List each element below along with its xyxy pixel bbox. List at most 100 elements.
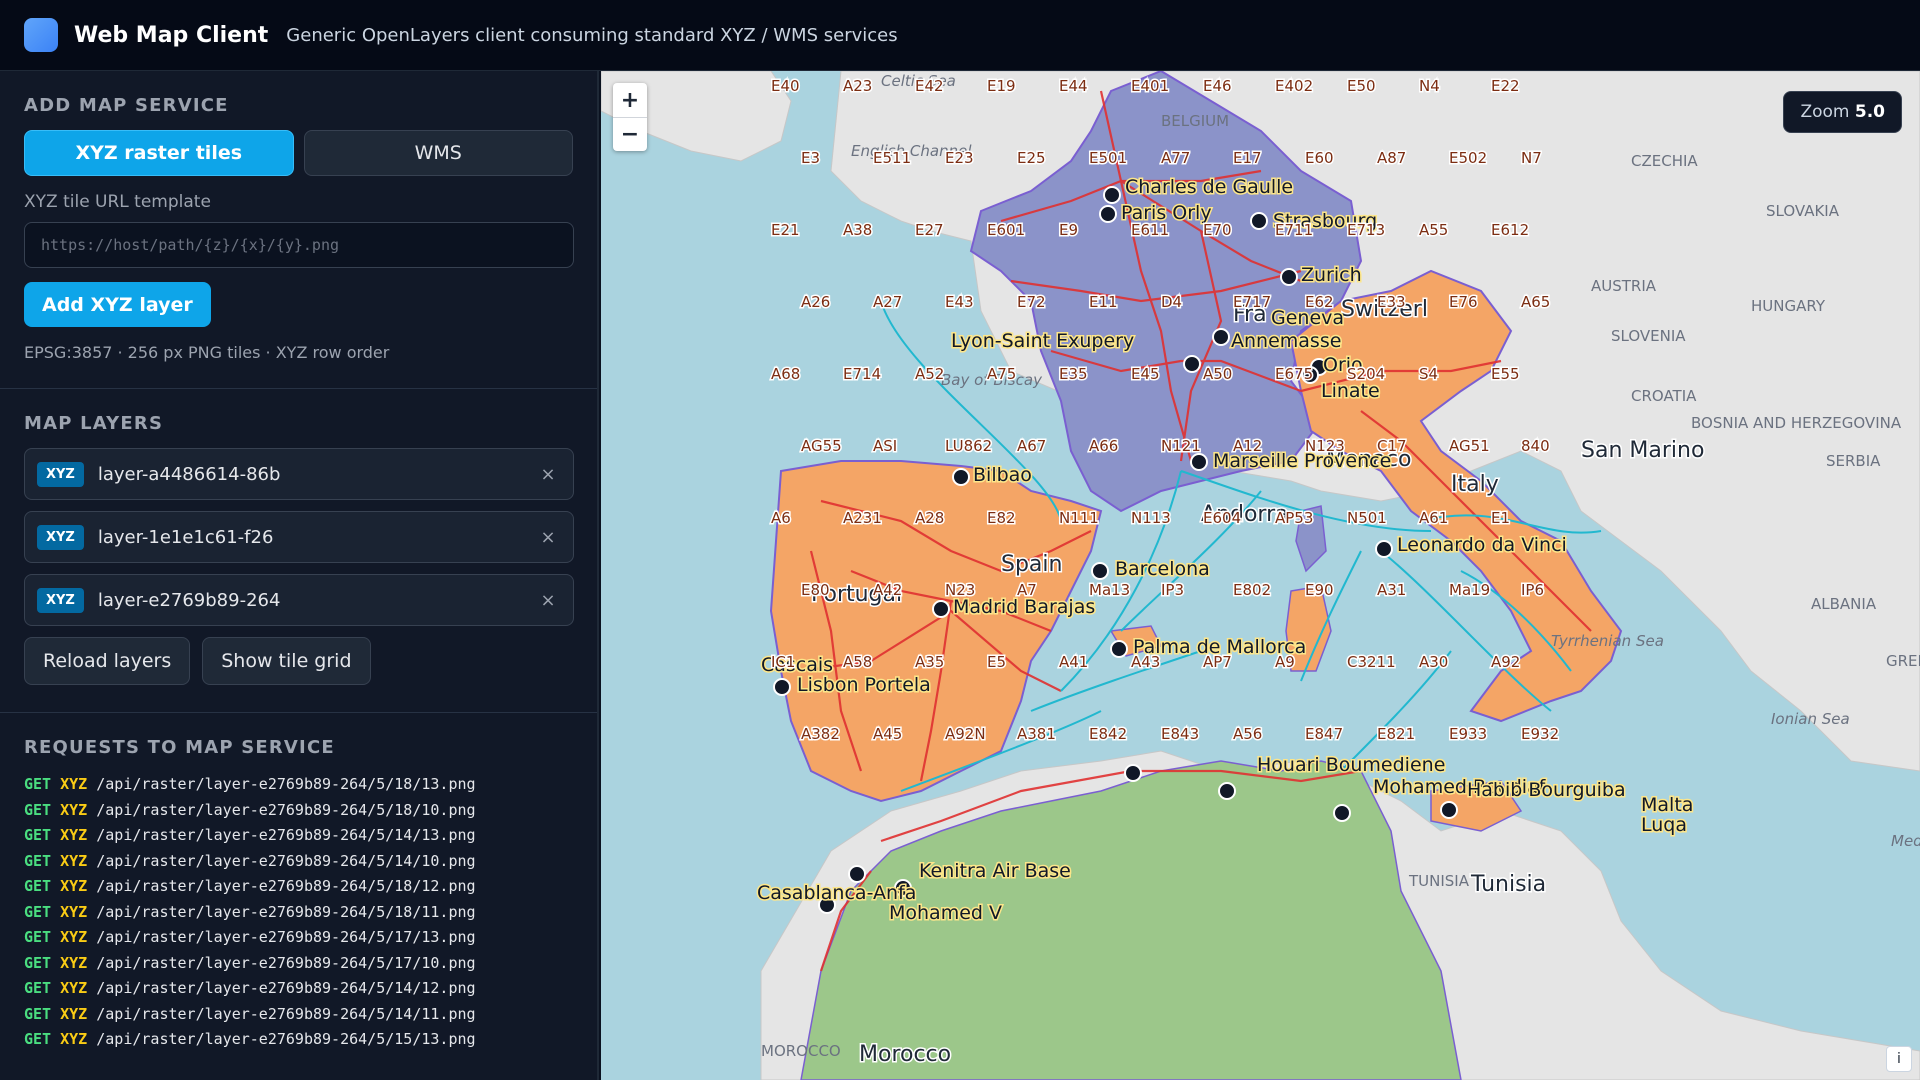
airport-label: Annemasse: [1231, 330, 1341, 352]
request-path: /api/raster/layer-e2769b89-264/5/17/10.p…: [87, 953, 476, 972]
layer-type-badge: XYZ: [37, 461, 84, 487]
road-label: Ma19: [1449, 581, 1490, 599]
road-label: E17: [1233, 149, 1262, 167]
layer-row[interactable]: XYZ layer-e2769b89-264 ×: [24, 574, 574, 626]
request-method: GET: [24, 928, 52, 946]
map-canvas[interactable]: Celtic SeaEnglish ChannelCZECHIASLOVAKIA…: [601, 71, 1920, 1080]
road-label: A65: [1521, 293, 1550, 311]
road-label: E11: [1089, 293, 1118, 311]
layer-row[interactable]: XYZ layer-a4486614-86b ×: [24, 448, 574, 500]
tab-xyz[interactable]: XYZ raster tiles: [24, 130, 294, 176]
road-label: A45: [873, 725, 902, 743]
show-tile-grid-button[interactable]: Show tile grid: [202, 637, 371, 685]
app-subtitle: Generic OpenLayers client consuming stan…: [286, 24, 898, 46]
tile-format-hint: EPSG:3857 · 256 px PNG tiles · XYZ row o…: [24, 343, 390, 362]
request-type: XYZ: [51, 979, 88, 997]
country-label: SLOVENIA: [1611, 327, 1686, 345]
place-label: Italy: [1451, 472, 1499, 497]
remove-layer-icon[interactable]: ×: [535, 464, 561, 485]
road-label: A31: [1377, 581, 1406, 599]
road-label: E847: [1305, 725, 1343, 743]
road-label: A26: [801, 293, 830, 311]
layer-name: layer-a4486614-86b: [97, 463, 281, 485]
country-label: CROATIA: [1631, 387, 1697, 405]
road-label: LU862: [945, 437, 992, 455]
request-method: GET: [24, 851, 52, 870]
road-label: A75: [987, 365, 1016, 383]
reload-layers-button[interactable]: Reload layers: [24, 637, 191, 685]
road-label: E842: [1089, 725, 1127, 743]
request-method: GET: [24, 1004, 52, 1023]
request-log-line: GET XYZ /api/raster/layer-e2769b89-264/5…: [24, 849, 573, 875]
country-label: SLOVAKIA: [1766, 202, 1840, 220]
road-label: E711: [1275, 221, 1313, 239]
road-label: AP53: [1275, 509, 1313, 527]
request-method: GET: [24, 953, 52, 972]
request-path: /api/raster/layer-e2769b89-264/5/18/10.p…: [87, 800, 476, 819]
road-label: E601: [987, 221, 1025, 239]
zoom-in-button[interactable]: +: [613, 83, 647, 117]
map-view[interactable]: Celtic Sea English Channel CZECHIA SLOVAKIA…: [601, 71, 1920, 1080]
road-label: A66: [1089, 437, 1118, 455]
road-label: E33: [1377, 293, 1406, 311]
road-label: A7: [1017, 581, 1037, 599]
zoom-label: Zoom: [1800, 102, 1850, 122]
airport-label: Leonardo da Vinci: [1397, 534, 1567, 556]
road-label: S204: [1347, 365, 1385, 383]
road-label: A56: [1233, 725, 1262, 743]
request-path: /api/raster/layer-e2769b89-264/5/14/10.p…: [87, 851, 476, 870]
app-title: Web Map Client: [74, 22, 269, 48]
road-label: A68: [771, 365, 800, 383]
request-path: /api/raster/layer-e2769b89-264/5/14/13.p…: [87, 826, 476, 844]
app-header: Web Map Client Generic OpenLayers client…: [0, 0, 1920, 71]
zoom-indicator: Zoom 5.0: [1783, 91, 1902, 133]
road-label: N111: [1059, 509, 1099, 527]
road-label: A58: [843, 653, 872, 671]
tab-wms[interactable]: WMS: [303, 130, 573, 176]
country-label: MOROCCO: [761, 1042, 841, 1060]
layer-name: layer-1e1e1c61-f26: [97, 526, 274, 548]
road-label: E19: [987, 77, 1016, 95]
zoom-out-button[interactable]: −: [613, 117, 647, 151]
url-template-input[interactable]: [24, 222, 574, 268]
road-label: A55: [1419, 221, 1448, 239]
road-label: N4: [1419, 77, 1440, 95]
request-log-line: GET XYZ /api/raster/layer-e2769b89-264/5…: [24, 900, 573, 926]
road-label: A52: [915, 365, 944, 383]
road-label: C17: [1377, 437, 1407, 455]
remove-layer-icon[interactable]: ×: [535, 590, 561, 611]
add-xyz-layer-button[interactable]: Add XYZ layer: [24, 282, 211, 327]
airport-label: Kenitra Air Base: [919, 860, 1071, 882]
country-label: HUNGARY: [1751, 297, 1826, 315]
road-label: E1: [1491, 509, 1510, 527]
road-label: A43: [1131, 653, 1160, 671]
layer-row[interactable]: XYZ layer-1e1e1c61-f26 ×: [24, 511, 574, 563]
road-label: A38: [843, 221, 872, 239]
airport-label: Habib Bourguiba: [1467, 779, 1626, 801]
url-template-label: XYZ tile URL template: [24, 192, 211, 212]
road-label: N113: [1131, 509, 1171, 527]
road-label: E3: [801, 149, 820, 167]
airport-label: Lisbon Portela: [797, 674, 931, 696]
request-method: GET: [24, 902, 52, 921]
road-label: E45: [1131, 365, 1160, 383]
request-type: XYZ: [51, 877, 88, 895]
road-label: E90: [1305, 581, 1334, 599]
road-label: E25: [1017, 149, 1046, 167]
remove-layer-icon[interactable]: ×: [535, 527, 561, 548]
airport-label: Malta: [1641, 794, 1693, 816]
request-method: GET: [24, 800, 52, 819]
road-label: A12: [1233, 437, 1262, 455]
road-label: E502: [1449, 149, 1487, 167]
road-label: E611: [1131, 221, 1169, 239]
airport-label: Bilbao: [973, 464, 1032, 486]
attribution-info-button[interactable]: i: [1886, 1046, 1912, 1072]
request-log-line: GET XYZ /api/raster/layer-e2769b89-264/5…: [24, 976, 573, 1002]
add-service-title: ADD MAP SERVICE: [24, 95, 229, 116]
sidebar: ADD MAP SERVICE XYZ raster tiles WMS XYZ…: [0, 71, 599, 1080]
request-type: XYZ: [51, 1030, 88, 1048]
airport-label: Houari Boumediene: [1257, 754, 1445, 776]
road-label: E22: [1491, 77, 1520, 95]
road-label: A42: [873, 581, 902, 599]
road-label: E9: [1059, 221, 1078, 239]
